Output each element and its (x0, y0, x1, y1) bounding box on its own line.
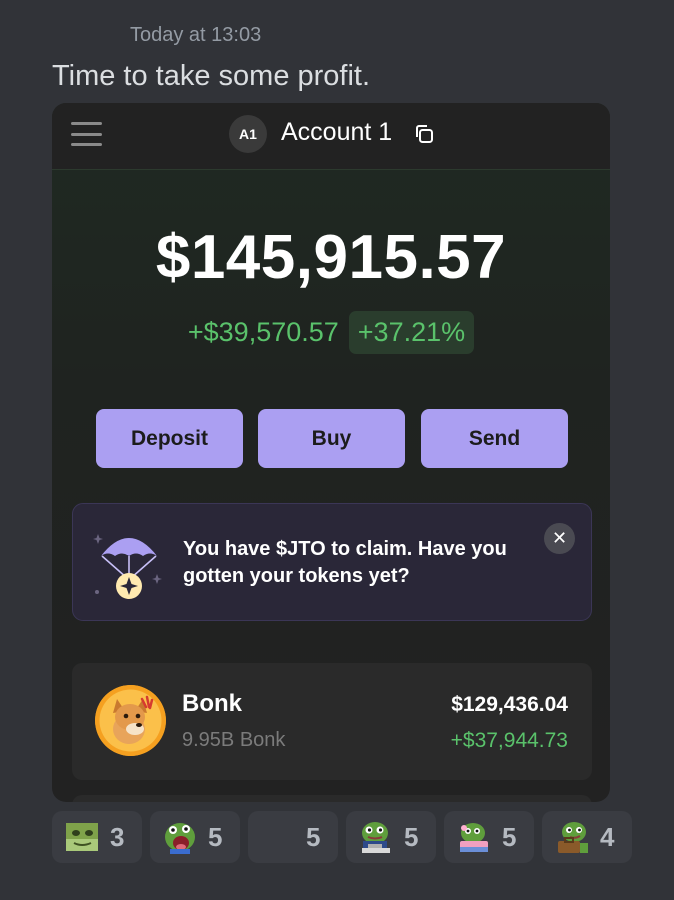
reaction-count: 5 (502, 821, 517, 852)
send-button[interactable]: Send (421, 409, 568, 468)
message-timestamp: Today at 13:03 (130, 24, 262, 46)
reaction-count: 4 (600, 821, 615, 852)
reaction-pepe-briefcase[interactable]: 4 (542, 811, 632, 863)
wallet-screenshot: A1 Account 1 $145,915.57 +$39,570.57 +37… (52, 103, 610, 802)
token-name: Bonk (182, 690, 242, 717)
reaction-count: 3 (110, 821, 125, 852)
copy-icon[interactable] (413, 123, 435, 145)
wallet-topbar: A1 Account 1 (52, 103, 610, 170)
reaction-pepe-shout[interactable]: 5 (150, 811, 240, 863)
pepe-face-emoji-icon (66, 823, 98, 851)
pepe-laptop-emoji-icon (362, 822, 390, 853)
bonk-logo (95, 685, 166, 756)
blank-emoji-icon (260, 819, 296, 855)
token-change: +$37,944.73 (450, 729, 568, 752)
token-row[interactable]: Bonk 9.95B Bonk $129,436.04 +$37,944.73 (72, 663, 592, 780)
reactions-bar: 3 5 5 5 5 4 (52, 811, 632, 863)
claim-promo-banner[interactable]: You have $JTO to claim. Have you gotten … (72, 503, 592, 621)
pnl-percent-badge: +37.21% (348, 311, 475, 354)
reaction-pepe-laptop[interactable]: 5 (346, 811, 436, 863)
promo-text: You have $JTO to claim. Have you gotten … (183, 538, 507, 587)
pepe-cake-emoji-icon (460, 823, 488, 852)
reaction-count: 5 (208, 821, 223, 852)
reaction-pepe-face[interactable]: 3 (52, 811, 142, 863)
token-value: $129,436.04 (451, 693, 568, 716)
token-amount: 9.95B Bonk (182, 729, 286, 751)
reaction-count: 5 (306, 821, 321, 852)
parachute-icon (93, 534, 162, 599)
deposit-button[interactable]: Deposit (96, 409, 243, 468)
token-row-next[interactable] (72, 795, 592, 802)
reaction-count: 5 (404, 821, 419, 852)
account-avatar[interactable]: A1 (229, 115, 267, 153)
close-icon[interactable]: ✕ (544, 523, 575, 554)
buy-button[interactable]: Buy (258, 409, 405, 468)
account-name[interactable]: Account 1 (281, 118, 392, 147)
menu-icon[interactable] (71, 122, 102, 146)
reaction-pepe-cake[interactable]: 5 (444, 811, 534, 863)
pnl-row: +$39,570.57 +37.21% (52, 311, 610, 354)
pnl-absolute: +$39,570.57 (187, 317, 339, 347)
message-text: Time to take some profit. (52, 60, 371, 92)
pepe-briefcase-emoji-icon (558, 822, 588, 853)
pepe-shout-emoji-icon (165, 823, 195, 854)
balance: $145,915.57 (155, 223, 507, 292)
reaction-blank[interactable]: 5 (248, 811, 338, 863)
